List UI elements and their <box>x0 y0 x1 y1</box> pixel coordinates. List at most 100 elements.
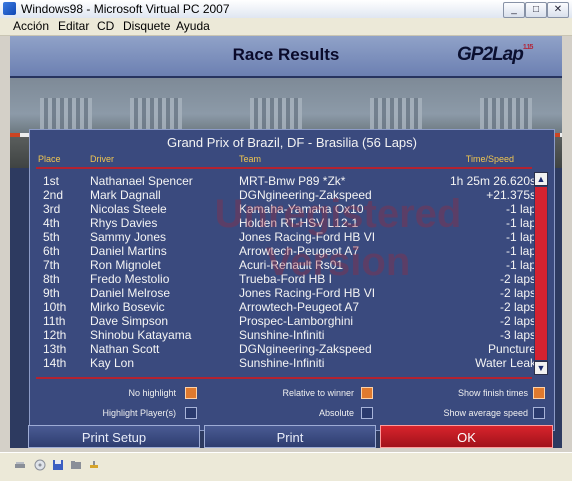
result-row: 6th Daniel Martins Arrowtech-Peugeot A7 -1 … <box>40 244 536 258</box>
result-team: MRT-Bmw P89 *Zk* <box>239 174 346 188</box>
status-bar <box>0 452 572 481</box>
result-time: -2 laps <box>499 314 536 328</box>
folder-icon[interactable] <box>70 459 82 471</box>
menu-cd[interactable]: CD <box>97 19 114 33</box>
result-team: Arrowtech-Peugeot A7 <box>239 244 360 258</box>
window-title: Windows98 - Microsoft Virtual PC 2007 <box>21 2 230 16</box>
result-team: Kamaha-Yamaha Ox10 <box>239 202 364 216</box>
print-button[interactable]: Print <box>204 425 376 448</box>
result-row: 5th Sammy Jones Jones Racing-Ford HB VI -1 … <box>40 230 536 244</box>
scroll-down-icon[interactable]: ▼ <box>534 361 548 375</box>
menu-ayuda[interactable]: Ayuda <box>176 19 210 33</box>
result-driver: Daniel Melrose <box>90 286 171 300</box>
ok-button[interactable]: OK <box>380 425 553 448</box>
floppy-icon[interactable] <box>52 459 64 471</box>
result-team: DGNgineering-Zakspeed <box>239 188 372 202</box>
result-team: Sunshine-Infiniti <box>239 356 325 370</box>
result-row: 4th Rhys Davies Holden RT-HSV L12-1 -1 lap <box>40 216 536 230</box>
result-time: -2 laps <box>499 272 536 286</box>
result-place: 3rd <box>43 202 61 216</box>
result-time: 1h 25m 26.620s <box>449 174 536 188</box>
relative-to-winner-checkbox[interactable] <box>361 387 373 399</box>
result-driver: Mirko Bosevic <box>90 300 165 314</box>
result-place: 5th <box>43 230 60 244</box>
col-place: Place <box>38 154 61 164</box>
result-row: 3rd Nicolas Steele Kamaha-Yamaha Ox10 -1 la… <box>40 202 536 216</box>
result-place: 13th <box>43 342 67 356</box>
menu-accion[interactable]: Acción <box>13 19 49 33</box>
result-driver: Ron Mignolet <box>90 258 161 272</box>
result-team: Trueba-Ford HB I <box>239 272 332 286</box>
divider-top <box>36 167 532 169</box>
result-time: -1 lap <box>505 244 536 258</box>
col-driver: Driver <box>90 154 114 164</box>
result-time: -1 lap <box>505 258 536 272</box>
virtual-pc-icon <box>3 2 16 15</box>
col-team: Team <box>239 154 262 164</box>
result-driver: Nathan Scott <box>90 342 160 356</box>
result-row: 2nd Mark Dagnall DGNgineering-Zakspeed +21.… <box>40 188 536 202</box>
result-time: Puncture <box>487 342 536 356</box>
menu-editar[interactable]: Editar <box>58 19 89 33</box>
result-row: 8th Fredo Mestolio Trueba-Ford HB I -2 laps <box>40 272 536 286</box>
result-row: 10th Mirko Bosevic Arrowtech-Peugeot A7 -2 … <box>40 300 536 314</box>
drive-icon[interactable] <box>14 459 26 471</box>
show-average-speed-label: Show average speed <box>443 408 528 418</box>
result-driver: Rhys Davies <box>90 216 158 230</box>
menu-bar: Acción Editar CD Disquete Ayuda <box>0 18 572 36</box>
maximize-button[interactable]: □ <box>525 2 547 18</box>
col-time: Time/Speed <box>465 154 514 164</box>
absolute-checkbox[interactable] <box>361 407 373 419</box>
result-team: Acuri-Renault Rs01 <box>239 258 344 272</box>
show-finish-times-label: Show finish times <box>457 388 528 398</box>
result-time: Water Leak <box>475 356 536 370</box>
result-team: Jones Racing-Ford HB VI <box>239 286 376 300</box>
no-highlight-label: No highlight <box>128 388 176 398</box>
result-time: +21.375s <box>486 188 536 202</box>
relative-to-winner-label: Relative to winner <box>282 388 354 398</box>
result-place: 1st <box>43 174 60 188</box>
results-scrollbar[interactable]: ▲ ▼ <box>534 172 548 375</box>
result-driver: Dave Simpson <box>90 314 169 328</box>
result-place: 10th <box>43 300 67 314</box>
result-place: 9th <box>43 286 60 300</box>
game-header: Race Results GP2Lap1.15 <box>10 36 562 78</box>
print-setup-button[interactable]: Print Setup <box>28 425 200 448</box>
close-button[interactable]: ✕ <box>547 2 569 18</box>
result-driver: Mark Dagnall <box>90 188 161 202</box>
cd-icon[interactable] <box>34 459 46 471</box>
result-place: 7th <box>43 258 60 272</box>
race-title: Grand Prix of Brazil, DF - Brasilia (56 … <box>167 135 417 150</box>
highlight-players-checkbox[interactable] <box>185 407 197 419</box>
result-driver: Kay Lon <box>90 356 135 370</box>
result-row: 12th Shinobu Katayama Sunshine-Infiniti -3 … <box>40 328 536 342</box>
result-time: -1 lap <box>505 202 536 216</box>
result-row: 9th Daniel Melrose Jones Racing-Ford HB VI… <box>40 286 536 300</box>
show-finish-times-checkbox[interactable] <box>533 387 545 399</box>
result-place: 4th <box>43 216 60 230</box>
result-time: -2 laps <box>499 300 536 314</box>
scroll-up-icon[interactable]: ▲ <box>534 172 548 186</box>
usb-icon[interactable] <box>88 459 100 471</box>
result-time: -1 lap <box>505 216 536 230</box>
result-place: 11th <box>43 314 66 328</box>
result-place: 8th <box>43 272 60 286</box>
result-time: -2 laps <box>499 286 536 300</box>
result-time: -3 laps <box>499 328 536 342</box>
highlight-players-label: Highlight Player(s) <box>102 408 176 418</box>
result-row: 13th Nathan Scott DGNgineering-Zakspeed Pun… <box>40 342 536 356</box>
result-driver: Daniel Martins <box>90 244 167 258</box>
minimize-button[interactable]: _ <box>503 2 525 18</box>
result-time: -1 lap <box>505 230 536 244</box>
result-driver: Shinobu Katayama <box>90 328 192 342</box>
result-team: DGNgineering-Zakspeed <box>239 342 372 356</box>
result-driver: Nathanael Spencer <box>90 174 193 188</box>
result-row: 11th Dave Simpson Prospec-Lamborghini -2 la… <box>40 314 536 328</box>
menu-disquete[interactable]: Disquete <box>123 19 170 33</box>
scroll-thumb[interactable] <box>535 187 547 360</box>
show-average-speed-checkbox[interactable] <box>533 407 545 419</box>
no-highlight-checkbox[interactable] <box>185 387 197 399</box>
result-driver: Sammy Jones <box>90 230 167 244</box>
result-row: 7th Ron Mignolet Acuri-Renault Rs01 -1 lap <box>40 258 536 272</box>
results-panel: Grand Prix of Brazil, DF - Brasilia (56 … <box>29 129 555 431</box>
